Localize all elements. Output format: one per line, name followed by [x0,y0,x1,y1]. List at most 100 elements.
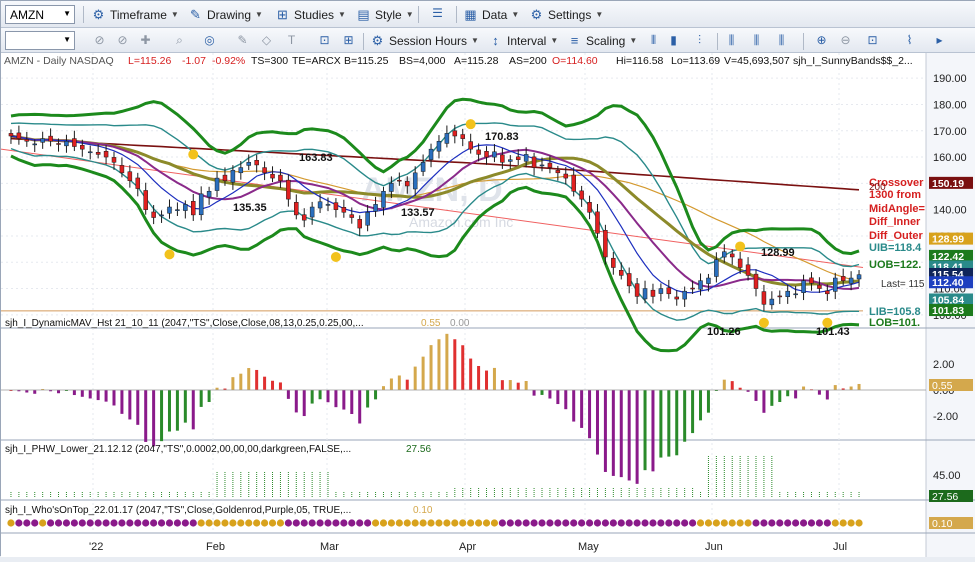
time-tick: May [578,541,599,553]
candle-body [682,290,687,300]
bar-style-icon[interactable]: ⫴ [645,32,662,49]
candle-body [626,273,632,287]
whos-on-top-dot [142,519,150,527]
whos-on-top-dot [546,519,554,527]
chart-canvas[interactable]: AMZN, D Amazon.com Inc AMZN - Daily NASD… [0,53,975,557]
studies-menu[interactable]: ⊞ Studies ▼ [275,5,346,24]
whos-on-top-dot [760,519,768,527]
candles-icon[interactable]: ⫼ [723,32,740,49]
candle-body [658,288,664,294]
grid-icon[interactable]: ⊞ [340,32,357,49]
text-tool-icon[interactable]: T [283,32,300,49]
histogram-bar [310,390,314,404]
candle-body [95,152,101,155]
histogram-bar [191,390,195,430]
candle-body [674,296,679,300]
panel1-tick: 2.00 [933,359,954,371]
fit-icon[interactable]: ⊡ [864,32,881,49]
more-icon[interactable]: ▸ [931,32,948,49]
candle-body [405,181,410,187]
whos-on-top-dot [340,519,348,527]
histogram-bar [722,379,726,390]
whos-on-top-dot [530,519,538,527]
swing-high-label: 163.83 [299,152,333,164]
candle-body [785,290,790,297]
candle-body [476,149,481,155]
histogram-bar [429,345,433,390]
ohlc-style-icon[interactable]: ⫶ [691,32,708,49]
style-menu[interactable]: ▤ Style ▼ [356,5,413,24]
whos-on-top-dot [443,519,451,527]
histogram-bar [659,390,663,458]
histogram-bar [263,376,267,390]
chevron-down-icon[interactable]: ▼ [63,9,71,18]
settings-label: Settings [548,7,592,22]
histogram-bar [770,390,774,406]
timeframe-input[interactable]: ▼ [5,31,75,50]
histogram-bar [358,390,362,424]
time-tick: Feb [206,541,225,553]
time-tick: Jun [705,541,723,553]
candle-body [143,190,148,210]
settings-menu[interactable]: ⚙ Settings ▼ [529,5,604,24]
chevron-down-icon[interactable]: ▼ [63,35,71,44]
whos-on-top-dot [570,519,578,527]
candle-body [579,190,584,200]
candle-body [246,162,251,166]
candles-hollow-icon[interactable]: ⫼ [748,32,765,49]
timeframe-menu[interactable]: ⚙ Timeframe ▼ [91,5,179,24]
whos-on-top-dot [633,519,641,527]
drawing-menu[interactable]: ✎ Drawing ▼ [188,5,263,24]
ma200-label: 200 [869,182,886,193]
candle-body [56,143,61,145]
chart-area[interactable]: AMZN, D Amazon.com Inc AMZN - Daily NASD… [0,53,975,557]
cursor-icon[interactable]: ⊘ [114,32,131,49]
price-tick: 180.00 [933,99,967,111]
candle-body [563,173,569,179]
histogram-bar [603,390,607,472]
draw-tool-icon[interactable]: ✎ [234,32,251,49]
histogram-bar [445,333,449,390]
panels-icon[interactable]: ☰ [429,5,446,22]
zoom-in-icon[interactable]: ⊕ [813,32,830,49]
candle-body [48,135,53,142]
candle-body [642,288,648,300]
symbol-input[interactable]: AMZN ▼ [5,5,75,24]
compass-icon[interactable]: ◎ [201,32,218,49]
toolbar-separator [418,6,419,23]
histogram-bar [104,390,108,402]
whos-on-top-dot [807,519,816,527]
whos-on-top-dot [46,519,55,527]
whos-on-top-dot [815,519,824,527]
whos-on-top-dot [7,519,15,527]
candle-body [365,212,370,226]
bid-size: BS=4,000 [399,55,446,67]
object-icon[interactable]: ⊡ [316,32,333,49]
heikin-icon[interactable]: ⫼ [773,32,790,49]
candle-style-icon[interactable]: ▮ [665,32,682,49]
chart-analysis-icon[interactable]: ⌇ [901,32,918,49]
interval-menu[interactable]: ↕ Interval ▼ [488,31,558,50]
candle-body [32,143,37,146]
session-hours-menu[interactable]: ⚙ Session Hours ▼ [370,31,479,50]
scaling-menu[interactable]: ≡ Scaling ▼ [567,31,638,50]
link-icon[interactable]: ⊘ [91,32,108,49]
histogram-bar [794,390,798,399]
histogram-bar [326,390,330,403]
data-menu[interactable]: ▦ Data ▼ [463,5,519,24]
quote-header: AMZN - Daily NASDAQ L=115.26 -1.07 -0.92… [4,55,913,67]
zoom-out-icon[interactable]: ⊖ [837,32,854,49]
bid-price: B=115.25 [344,55,389,67]
crosshair-icon[interactable]: ✚ [137,32,154,49]
shapes-icon[interactable]: ◇ [258,32,275,49]
whos-on-top-dot [482,519,491,527]
whos-on-top-dot [601,519,610,527]
candle-body [40,138,45,143]
panel1-value2: 0.00 [450,318,470,329]
candle-body [706,277,711,284]
candle-body [428,148,434,160]
chevron-down-icon: ▼ [170,10,179,19]
histogram-bar [207,390,211,402]
zoom-icon[interactable]: ⌕ [171,32,188,49]
candle-body [325,204,331,206]
